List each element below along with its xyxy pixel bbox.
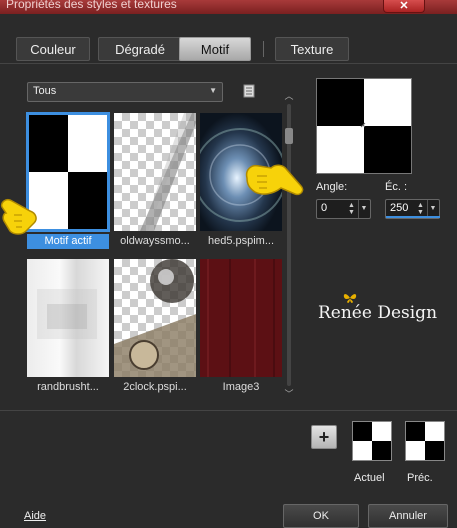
scale-value: 250	[390, 202, 409, 214]
angle-value: 0	[321, 202, 328, 214]
pointing-hand-icon	[245, 164, 304, 196]
pattern-2clock[interactable]: 2clock.pspi...	[114, 259, 196, 397]
pattern-preview	[316, 78, 412, 174]
pattern-label: randbrusht...	[37, 381, 99, 393]
close-icon: ✕	[399, 0, 409, 12]
scroll-down-icon[interactable]: ﹀	[283, 388, 295, 400]
close-button[interactable]: ✕	[383, 0, 425, 13]
previous-swatch[interactable]	[405, 421, 445, 461]
pattern-label: Image3	[222, 381, 260, 393]
pattern-thumbnail	[200, 259, 282, 377]
pattern-scrollbar[interactable]: ︿ ﹀	[283, 90, 295, 400]
chevron-down-icon: ▼	[209, 86, 217, 95]
title-bar: Propriétés des styles et textures ✕	[0, 0, 457, 14]
scale-label: Éc. :	[385, 181, 408, 193]
help-link[interactable]: Aide	[24, 510, 46, 522]
pointing-hand-icon	[0, 198, 37, 235]
tab-motif[interactable]: Motif	[179, 37, 251, 61]
spin-arrows-icon[interactable]: ▲ ▼	[348, 202, 355, 216]
scroll-track[interactable]	[287, 104, 291, 386]
tab-texture[interactable]: Texture	[275, 37, 349, 61]
watermark-text: Renée Design	[318, 303, 438, 323]
ok-button[interactable]: OK	[283, 504, 359, 528]
pattern-thumbnail	[114, 113, 196, 231]
cancel-button[interactable]: Annuler	[368, 504, 448, 528]
add-pattern-button[interactable]: +	[311, 425, 337, 449]
current-swatch[interactable]	[352, 421, 392, 461]
document-icon[interactable]	[243, 84, 255, 98]
scroll-thumb[interactable]	[285, 128, 293, 144]
chevron-down-icon[interactable]: ▼	[358, 200, 369, 218]
pattern-oldwayssmo[interactable]: oldwayssmo...	[114, 113, 196, 251]
scroll-up-icon[interactable]: ︿	[283, 90, 295, 102]
window-title: Propriétés des styles et textures	[6, 0, 177, 11]
scale-focus-underline	[386, 216, 440, 218]
pattern-label: oldwayssmo...	[120, 235, 190, 247]
tab-degrade[interactable]: Dégradé	[98, 37, 182, 61]
tab-separator	[263, 41, 264, 57]
angle-input[interactable]: 0 ▲ ▼ ▼	[316, 199, 371, 219]
spin-arrows-icon[interactable]: ▲ ▼	[417, 202, 424, 216]
pattern-thumbnail	[27, 259, 109, 377]
pattern-randbrusht[interactable]: randbrusht...	[27, 259, 109, 397]
category-dropdown[interactable]: Tous ▼	[27, 82, 223, 102]
previous-label: Préc.	[407, 472, 433, 484]
plus-icon: +	[318, 427, 330, 447]
pattern-label: hed5.pspim...	[207, 235, 275, 247]
pattern-image3[interactable]: Image3	[200, 259, 282, 397]
top-divider	[0, 63, 457, 64]
angle-label: Angle:	[316, 181, 348, 193]
tab-couleur[interactable]: Couleur	[16, 37, 90, 61]
current-label: Actuel	[354, 472, 385, 484]
pattern-label: 2clock.pspi...	[123, 381, 187, 393]
dropdown-value: Tous	[33, 85, 57, 97]
pattern-thumbnail	[114, 259, 196, 377]
bottom-divider	[0, 410, 457, 411]
